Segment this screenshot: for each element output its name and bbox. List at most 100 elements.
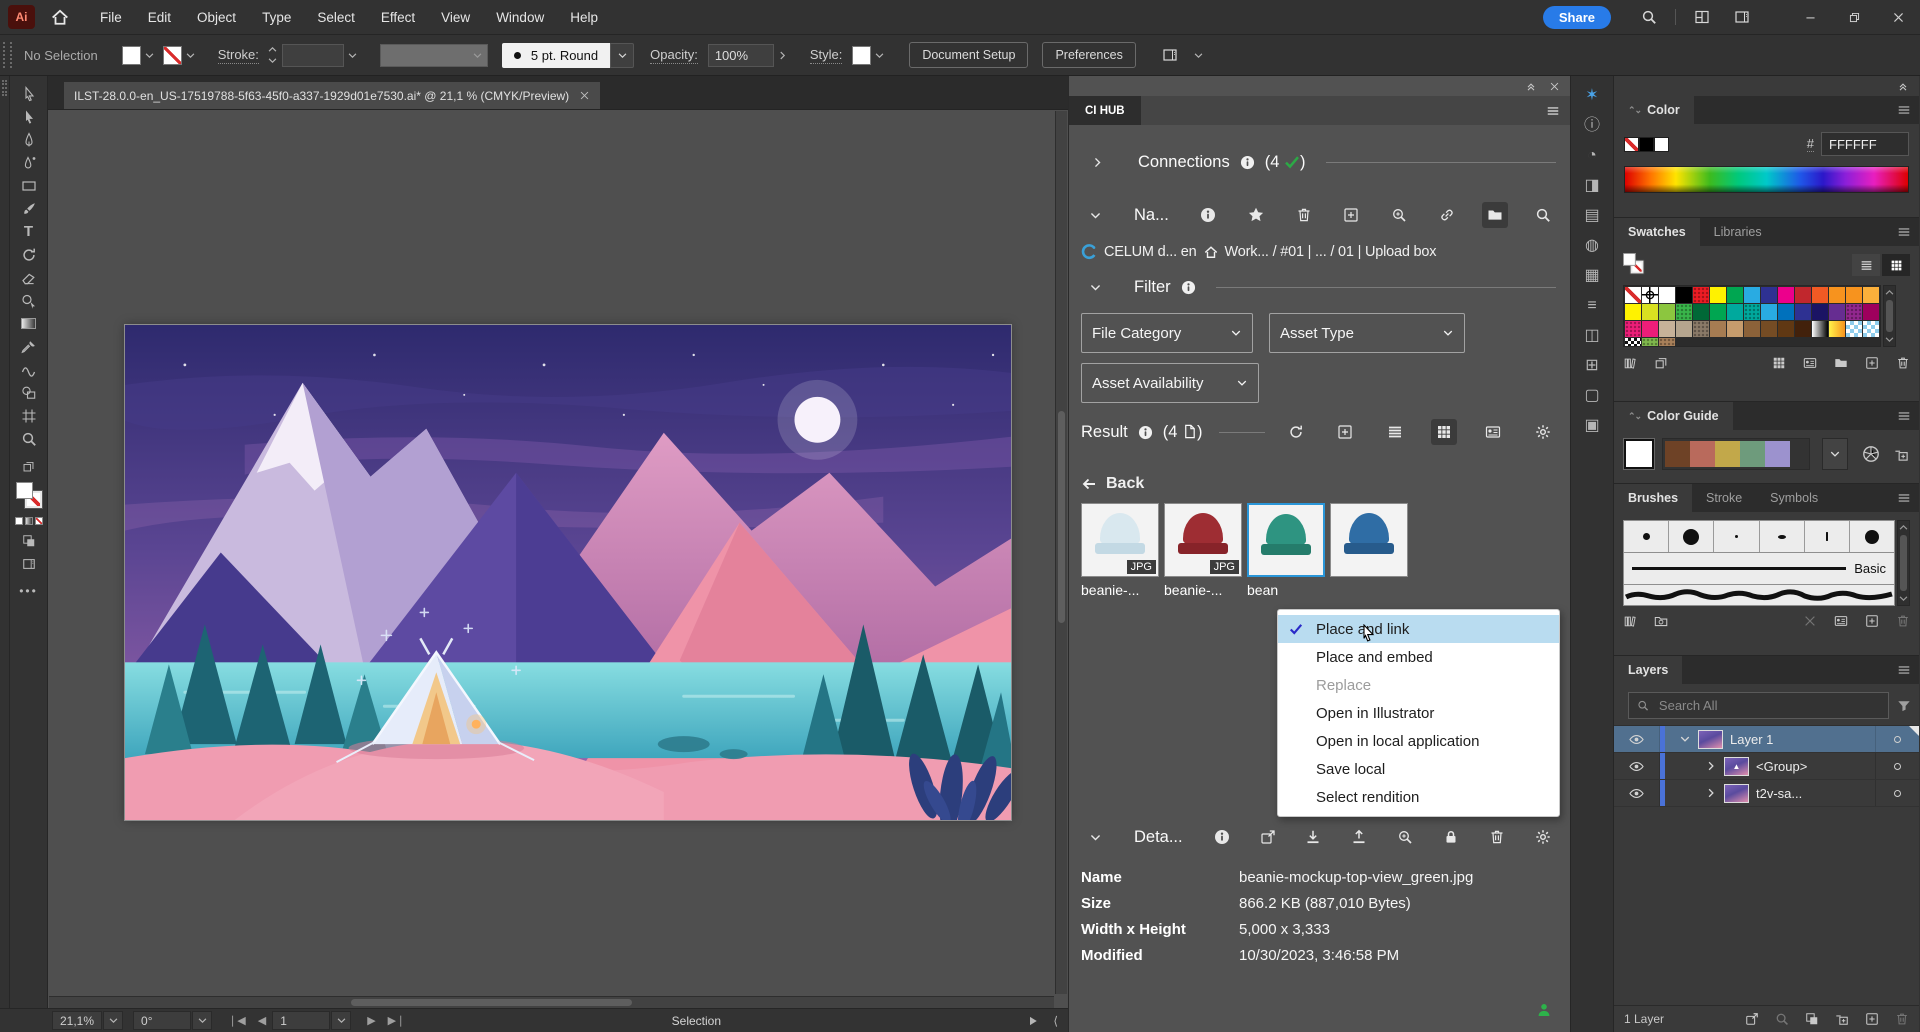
folder-icon[interactable]: [1482, 202, 1508, 228]
swatch[interactable]: [1795, 287, 1811, 303]
brushes-scrollbar[interactable]: [1897, 520, 1910, 606]
tab-cihub[interactable]: CI HUB: [1069, 96, 1141, 125]
filter-section-header[interactable]: Filter: [1081, 278, 1556, 297]
visibility-eye-icon[interactable]: [1614, 726, 1660, 752]
zoomplus-icon[interactable]: [1392, 824, 1418, 850]
plusbox-icon[interactable]: [1332, 419, 1358, 445]
layers-search-box[interactable]: [1628, 692, 1889, 719]
context-menu-item[interactable]: Place and link: [1278, 615, 1559, 643]
upload-icon[interactable]: [1346, 824, 1372, 850]
swatch[interactable]: [1693, 321, 1709, 337]
brush-preset[interactable]: [1669, 521, 1714, 552]
opacity-label[interactable]: Opacity:: [650, 47, 698, 64]
chevron-down-icon[interactable]: [874, 50, 885, 61]
panel-menu-icon[interactable]: [1897, 96, 1911, 124]
swatch[interactable]: [1625, 338, 1641, 347]
layer-thumbnail[interactable]: [1698, 730, 1723, 749]
new-brush-icon[interactable]: [1865, 614, 1879, 628]
style-label[interactable]: Style:: [810, 47, 843, 64]
swatch[interactable]: [1676, 287, 1692, 303]
filter-dropdown-file-category[interactable]: File Category: [1081, 313, 1253, 353]
dock-panel-icon-7[interactable]: ◫: [1584, 328, 1599, 344]
preferences-button[interactable]: Preferences: [1042, 42, 1135, 68]
swatch[interactable]: [1846, 287, 1862, 303]
swatch[interactable]: [1676, 321, 1692, 337]
paintbrush-tool[interactable]: [21, 197, 37, 220]
harmony-colors[interactable]: [1662, 438, 1810, 470]
collect-for-export-icon[interactable]: [1745, 1012, 1759, 1026]
close-panel-icon[interactable]: [1549, 81, 1560, 92]
swatch[interactable]: [1642, 304, 1658, 320]
brush-definition-dropdown[interactable]: 5 pt. Round: [502, 43, 634, 68]
drag-grip[interactable]: [3, 42, 12, 68]
swatch[interactable]: [1659, 304, 1675, 320]
refresh-icon[interactable]: [1283, 419, 1309, 445]
layer-thumbnail[interactable]: ▲: [1724, 757, 1749, 776]
layer-name[interactable]: <Group>: [1756, 759, 1807, 774]
hex-value-input[interactable]: [1821, 132, 1909, 156]
swatch[interactable]: [1863, 287, 1879, 303]
asset-thumbnail-3[interactable]: [1247, 503, 1325, 577]
filter-dropdown-asset-availability[interactable]: Asset Availability: [1081, 363, 1259, 403]
swatch[interactable]: [1778, 287, 1794, 303]
new-color-group-icon[interactable]: [1834, 356, 1848, 370]
swap-fill-stroke-icon[interactable]: [22, 460, 35, 473]
swatch[interactable]: [1812, 321, 1828, 337]
swatch[interactable]: [1778, 321, 1794, 337]
brush-libraries-icon[interactable]: [1623, 614, 1637, 628]
menu-type[interactable]: Type: [249, 10, 304, 25]
swatch[interactable]: [1744, 321, 1760, 337]
share-button[interactable]: Share: [1543, 6, 1611, 29]
menu-window[interactable]: Window: [483, 10, 557, 25]
harmony-color-swatch[interactable]: [1740, 441, 1765, 467]
variable-width-profile-dropdown[interactable]: [380, 44, 488, 67]
swatch-kind-icon[interactable]: [1772, 356, 1786, 370]
harmony-color-swatch[interactable]: [1665, 441, 1690, 467]
swatch[interactable]: [1727, 321, 1743, 337]
direct-selection-tool[interactable]: [21, 105, 37, 128]
curvature-tool[interactable]: [21, 151, 37, 174]
chevron-down-icon[interactable]: [1679, 733, 1691, 745]
tab-stroke[interactable]: Stroke: [1692, 484, 1756, 512]
search-icon[interactable]: [1530, 202, 1556, 228]
canvas-area[interactable]: ILST-28.0.0-en_US-17519788-5f63-45f0-a33…: [48, 76, 1068, 1008]
swatch[interactable]: [1642, 338, 1658, 347]
swatch[interactable]: [1829, 304, 1845, 320]
menu-effect[interactable]: Effect: [368, 10, 428, 25]
plusbox-icon[interactable]: [1338, 202, 1364, 228]
remove-brush-stroke-icon[interactable]: [1803, 614, 1817, 628]
tab-brushes[interactable]: Brushes: [1614, 484, 1692, 512]
swatch[interactable]: [1710, 304, 1726, 320]
swatch[interactable]: [1812, 287, 1828, 303]
gradient-tool[interactable]: [21, 312, 37, 335]
swatch[interactable]: [1659, 338, 1675, 347]
gear-icon[interactable]: [1530, 419, 1556, 445]
type-tool[interactable]: T: [21, 220, 37, 243]
context-menu-item[interactable]: Place and embed: [1278, 643, 1559, 671]
swatch[interactable]: [1744, 304, 1760, 320]
menu-edit[interactable]: Edit: [135, 10, 184, 25]
swatch[interactable]: [1761, 287, 1777, 303]
asset-thumbnail-1[interactable]: JPG: [1081, 503, 1159, 577]
info-panel-icon[interactable]: ⓘ: [1584, 118, 1600, 134]
tab-layers[interactable]: Layers: [1614, 656, 1682, 684]
info-icon[interactable]: [1138, 425, 1153, 440]
locate-object-icon[interactable]: [1775, 1012, 1789, 1026]
context-menu-item[interactable]: Save local: [1278, 755, 1559, 783]
connections-section-header[interactable]: Connections (4 ): [1081, 153, 1556, 172]
harmony-color-swatch[interactable]: [1690, 441, 1715, 467]
chevron-down-icon[interactable]: [1089, 831, 1102, 844]
stroke-weight-stepper[interactable]: [267, 44, 278, 66]
fill-color-swatch[interactable]: [122, 46, 141, 65]
stroke-label[interactable]: Stroke:: [218, 47, 259, 64]
trash-icon[interactable]: [1484, 824, 1510, 850]
restore-button[interactable]: [1832, 0, 1876, 35]
artboard-number-field[interactable]: 1: [272, 1011, 330, 1030]
swatch[interactable]: [1693, 304, 1709, 320]
rotate-tool[interactable]: [21, 243, 37, 266]
style-swatch[interactable]: [852, 46, 871, 65]
left-dock-edge[interactable]: [0, 76, 10, 1008]
swatch[interactable]: [1744, 287, 1760, 303]
layer-name[interactable]: t2v-sa...: [1756, 786, 1802, 801]
asset-thumbnail-2[interactable]: JPG: [1164, 503, 1242, 577]
